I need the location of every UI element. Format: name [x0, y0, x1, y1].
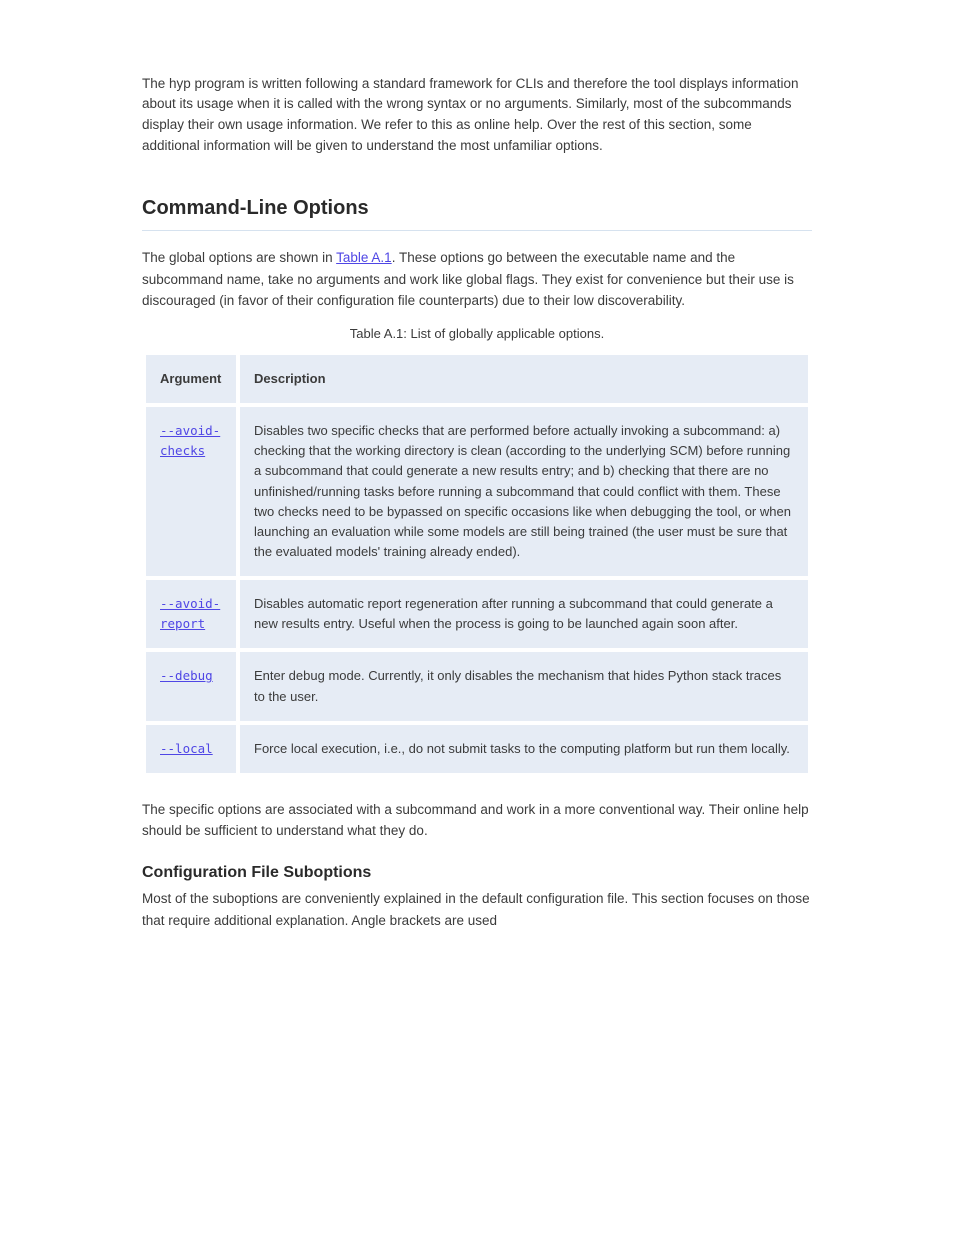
heading-conf-suboptions: Configuration File Suboptions [142, 864, 812, 882]
cell-argument: --local [146, 725, 236, 773]
col-header-description: Description [240, 355, 808, 403]
page-content: The hyp program is written following a s… [142, 0, 812, 1025]
table-caption: Table A.1: List of globally applicable o… [142, 326, 812, 341]
table-header-row: Argument Description [146, 355, 808, 403]
cell-description: Force local execution, i.e., do not subm… [240, 725, 808, 773]
table-row: --avoid-checks Disables two specific che… [146, 407, 808, 576]
cell-argument: --debug [146, 652, 236, 720]
table-row: --debug Enter debug mode. Currently, it … [146, 652, 808, 720]
option-debug[interactable]: --debug [160, 668, 213, 683]
conf-suboptions-paragraph: Most of the suboptions are conveniently … [142, 888, 812, 931]
option-avoid-checks[interactable]: --avoid-checks [160, 423, 220, 458]
global-options-paragraph: The global options are shown in Table A.… [142, 247, 812, 312]
cell-argument: --avoid-report [146, 580, 236, 648]
cell-description: Enter debug mode. Currently, it only dis… [240, 652, 808, 720]
cell-description: Disables two specific checks that are pe… [240, 407, 808, 576]
option-local[interactable]: --local [160, 741, 213, 756]
intro-paragraph: The hyp program is written following a s… [142, 74, 812, 158]
table-row: --avoid-report Disables automatic report… [146, 580, 808, 648]
col-header-argument: Argument [146, 355, 236, 403]
option-avoid-report[interactable]: --avoid-report [160, 596, 220, 631]
heading-cli-options: Command-Line Options [142, 197, 812, 231]
specific-options-paragraph: The specific options are associated with… [142, 799, 812, 842]
cell-description: Disables automatic report regeneration a… [240, 580, 808, 648]
global-options-pre: The global options are shown in [142, 250, 336, 265]
table-a1-link[interactable]: Table A.1 [336, 250, 392, 265]
global-options-table: Argument Description --avoid-checks Disa… [142, 351, 812, 777]
cell-argument: --avoid-checks [146, 407, 236, 576]
table-row: --local Force local execution, i.e., do … [146, 725, 808, 773]
